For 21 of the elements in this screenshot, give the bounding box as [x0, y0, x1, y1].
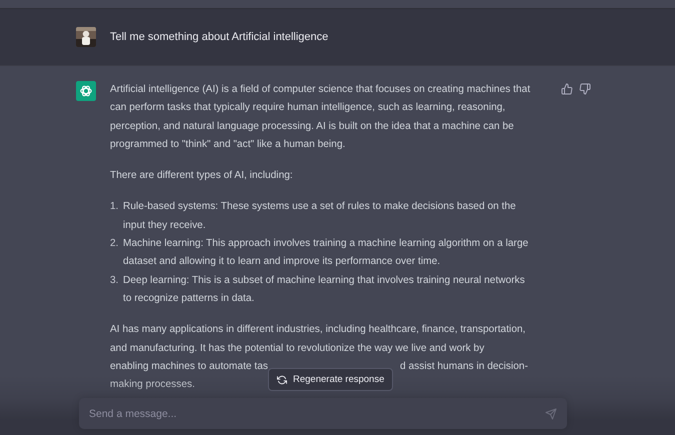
answer-paragraph: There are different types of AI, including:	[110, 169, 294, 184]
answer-text-line: making processes.	[110, 378, 195, 392]
list-item-text: Machine learning: This approach involves training a machine learning algorithm on a large dataset and allowing it to learn and improve its performance over time.	[123, 237, 530, 270]
list-number: 3.	[110, 274, 120, 288]
list-number: 1.	[110, 200, 120, 214]
list-item-text: Deep learning: This is a subset of machine learning that involves training neural networks to recognize patterns in data.	[123, 274, 526, 306]
user-avatar-icon	[76, 27, 96, 47]
answer-text-line: enabling machines to automate tas	[110, 360, 268, 374]
user-message: Tell me something about Artificial intelligence	[110, 31, 328, 43]
message-input-field[interactable]: Send a message...	[79, 398, 567, 429]
answer-text-line: d assist humans in decision-	[400, 360, 528, 374]
list-number: 2.	[110, 237, 120, 252]
thumbs-down-icon[interactable]	[579, 83, 591, 95]
refresh-icon	[277, 374, 287, 384]
thumbs-up-icon[interactable]	[561, 83, 573, 95]
regenerate-button[interactable]: Regenerate response	[268, 368, 394, 391]
assistant-logo-icon	[76, 81, 96, 101]
answer-text-line: and manufacturing. It has the potential to revolutionize the way we live and work by	[110, 342, 484, 356]
list-item-text: Rule-based systems: These systems use a set of rules to make decisions based on the input they receive.	[123, 200, 517, 233]
answer-text-line: AI has many applications in different industries, including healthcare, finance, transportation,	[110, 323, 526, 338]
answer-paragraph: Artificial intelligence (AI) is a field of computer science that focuses on creating machines that can perform tasks that typically require human intelligence, such as learning, reasoning, perception, and natural language processing. AI is built on the idea that a machine can be programmed to "think" and "act" like a human being.	[110, 83, 532, 152]
